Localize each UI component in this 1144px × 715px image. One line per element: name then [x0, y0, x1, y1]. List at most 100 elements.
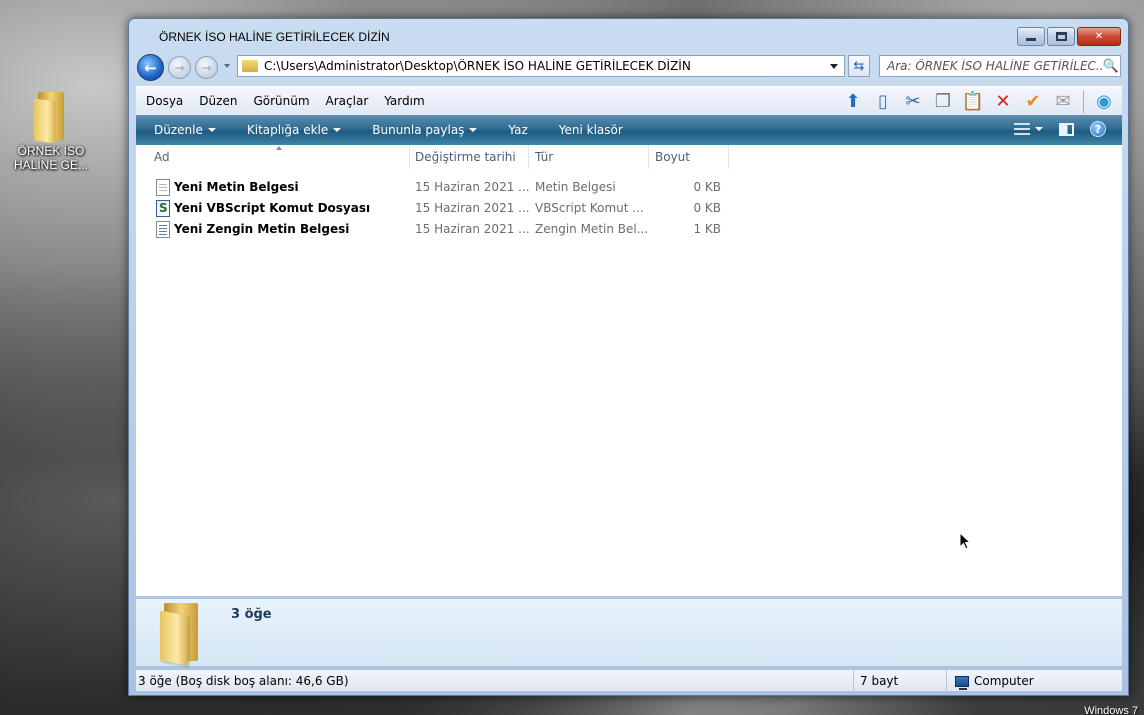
recent-pages-button[interactable]: → — [195, 56, 218, 79]
status-location-label: Computer — [974, 674, 1034, 688]
caption-buttons: ✕ — [1017, 27, 1121, 46]
forward-button[interactable]: → — [168, 56, 191, 79]
file-size: 0 KB — [693, 201, 721, 215]
up-folder-icon[interactable]: ⬆ — [841, 90, 865, 114]
chevron-down-icon — [333, 128, 342, 132]
properties-check-icon[interactable]: ✔ — [1021, 90, 1045, 114]
file-type: Zengin Metin Bel... — [535, 222, 649, 236]
burn-button[interactable]: Yaz — [508, 123, 527, 137]
folders-pane-icon[interactable]: ▯ — [871, 90, 895, 114]
chevron-down-icon — [207, 128, 216, 132]
column-headers: Ad Değiştirme tarihi Tür Boyut — [136, 145, 1122, 169]
command-bar: Düzenle Kitaplığa ekle Bununla paylaş Ya… — [136, 115, 1122, 145]
desktop-folder-shortcut[interactable]: ÖRNEK İSO HALİNE GE... — [8, 92, 94, 172]
new-folder-button[interactable]: Yeni klasör — [559, 123, 623, 137]
file-name: Yeni Zengin Metin Belgesi — [174, 222, 350, 236]
column-header-date[interactable]: Değiştirme tarihi — [409, 145, 529, 169]
file-date: 15 Haziran 2021 ... — [415, 222, 530, 236]
toolbar-icons: ⬆ ▯ ✂ ❐ 📋 ✕ ✔ ✉ ◉ — [841, 90, 1116, 114]
cut-icon[interactable]: ✂ — [901, 90, 925, 114]
status-free-space: 3 öğe (Boş disk boş alanı: 46,6 GB) — [138, 674, 349, 688]
title-bar[interactable]: ÖRNEK İSO HALİNE GETİRİLECEK DİZİN ✕ — [129, 19, 1128, 53]
status-location: Computer — [946, 670, 1034, 692]
minimize-icon — [1026, 38, 1036, 41]
navigation-row: ← → → C:\Users\Administrator\Desktop\ÖRN… — [135, 53, 1122, 81]
menu-tools[interactable]: Araçlar — [326, 94, 369, 108]
file-name: Yeni Metin Belgesi — [174, 180, 299, 194]
search-icon[interactable]: 🔍 — [1102, 59, 1120, 74]
folder-icon — [34, 92, 68, 144]
address-dropdown-icon[interactable] — [830, 63, 838, 69]
item-count: 3 öğe — [231, 607, 272, 622]
details-pane: 3 öğe — [136, 598, 1122, 666]
refresh-icon: ⇆ — [853, 58, 865, 74]
minimize-button[interactable] — [1017, 27, 1045, 46]
maximize-button[interactable] — [1047, 27, 1075, 46]
text-file-icon — [156, 179, 170, 196]
refresh-button[interactable]: ⇆ — [848, 55, 870, 77]
column-header-size[interactable]: Boyut — [649, 145, 729, 169]
computer-icon — [955, 675, 969, 690]
file-name: Yeni VBScript Komut Dosyası — [174, 201, 371, 215]
close-icon: ✕ — [1094, 31, 1104, 42]
mail-icon[interactable]: ✉ — [1051, 90, 1075, 114]
globe-icon[interactable]: ◉ — [1092, 90, 1116, 114]
details-view-icon — [1014, 123, 1030, 135]
include-in-library-button[interactable]: Kitaplığa ekle — [246, 123, 342, 137]
command-items: Düzenle Kitaplığa ekle Bununla paylaş Ya… — [154, 123, 623, 137]
paste-icon[interactable]: 📋 — [961, 90, 985, 114]
file-date: 15 Haziran 2021 ... — [415, 201, 530, 215]
explorer-window: ÖRNEK İSO HALİNE GETİRİLECEK DİZİN ✕ ← →… — [128, 18, 1129, 696]
file-list-view[interactable]: Ad Değiştirme tarihi Tür Boyut Yeni Meti… — [136, 145, 1122, 596]
copy-icon[interactable]: ❐ — [931, 90, 955, 114]
preview-pane-icon[interactable] — [1059, 122, 1074, 136]
column-header-type[interactable]: Tür — [529, 145, 649, 169]
chevron-down-icon — [1035, 127, 1043, 131]
forward-arrow-icon: → — [174, 60, 185, 75]
forward-arrow-icon: → — [201, 60, 212, 75]
file-type: VBScript Komut ... — [535, 201, 644, 215]
file-size: 1 KB — [693, 222, 721, 236]
back-arrow-icon: ← — [144, 58, 157, 77]
back-button[interactable]: ← — [137, 54, 164, 81]
file-date: 15 Haziran 2021 ... — [415, 180, 530, 194]
address-bar[interactable]: C:\Users\Administrator\Desktop\ÖRNEK İSO… — [237, 55, 845, 77]
menu-items: Dosya Düzen Görünüm Araçlar Yardım — [146, 94, 425, 108]
file-row[interactable]: Yeni Metin Belgesi 15 Haziran 2021 ... M… — [136, 177, 736, 198]
menu-edit[interactable]: Düzen — [199, 94, 237, 108]
close-button[interactable]: ✕ — [1077, 27, 1121, 46]
folder-icon — [158, 603, 202, 666]
status-size: 7 bayt — [853, 670, 943, 692]
column-header-name[interactable]: Ad — [148, 145, 410, 169]
toolbar-separator — [1083, 91, 1084, 113]
maximize-icon — [1055, 32, 1067, 41]
search-box[interactable]: Ara: ÖRNEK İSO HALİNE GETİRİLEC... 🔍 — [879, 55, 1121, 77]
share-with-button[interactable]: Bununla paylaş — [372, 123, 478, 137]
address-path[interactable]: C:\Users\Administrator\Desktop\ÖRNEK İSO… — [264, 59, 830, 73]
status-bar: 3 öğe (Boş disk boş alanı: 46,6 GB) 7 ba… — [136, 669, 1122, 692]
include-in-library-label: Kitaplığa ekle — [246, 123, 329, 137]
file-type: Metin Belgesi — [535, 180, 616, 194]
organize-button[interactable]: Düzenle — [154, 123, 216, 137]
organize-label: Düzenle — [154, 123, 203, 137]
recent-pages-dropdown[interactable] — [224, 64, 230, 68]
delete-icon[interactable]: ✕ — [991, 90, 1015, 114]
window-title: ÖRNEK İSO HALİNE GETİRİLECEK DİZİN — [159, 30, 390, 44]
menu-view[interactable]: Görünüm — [253, 94, 309, 108]
desktop-icon-label: ÖRNEK İSO HALİNE GE... — [13, 144, 89, 172]
menu-help[interactable]: Yardım — [384, 94, 424, 108]
folder-icon — [242, 60, 258, 72]
change-view-button[interactable] — [1014, 123, 1043, 135]
file-row[interactable]: Yeni Zengin Metin Belgesi 15 Haziran 202… — [136, 219, 736, 240]
rtf-file-icon — [156, 221, 170, 238]
vbscript-file-icon — [156, 200, 170, 217]
share-with-label: Bununla paylaş — [372, 123, 465, 137]
help-icon[interactable]: ? — [1090, 121, 1106, 137]
file-row[interactable]: Yeni VBScript Komut Dosyası 15 Haziran 2… — [136, 198, 736, 219]
menu-file[interactable]: Dosya — [146, 94, 183, 108]
command-right-group: ? — [1014, 121, 1106, 137]
mouse-cursor-icon — [959, 532, 972, 550]
windows-watermark: Windows 7 — [1084, 705, 1138, 715]
file-size: 0 KB — [693, 180, 721, 194]
search-input[interactable]: Ara: ÖRNEK İSO HALİNE GETİRİLEC... — [880, 59, 1102, 73]
